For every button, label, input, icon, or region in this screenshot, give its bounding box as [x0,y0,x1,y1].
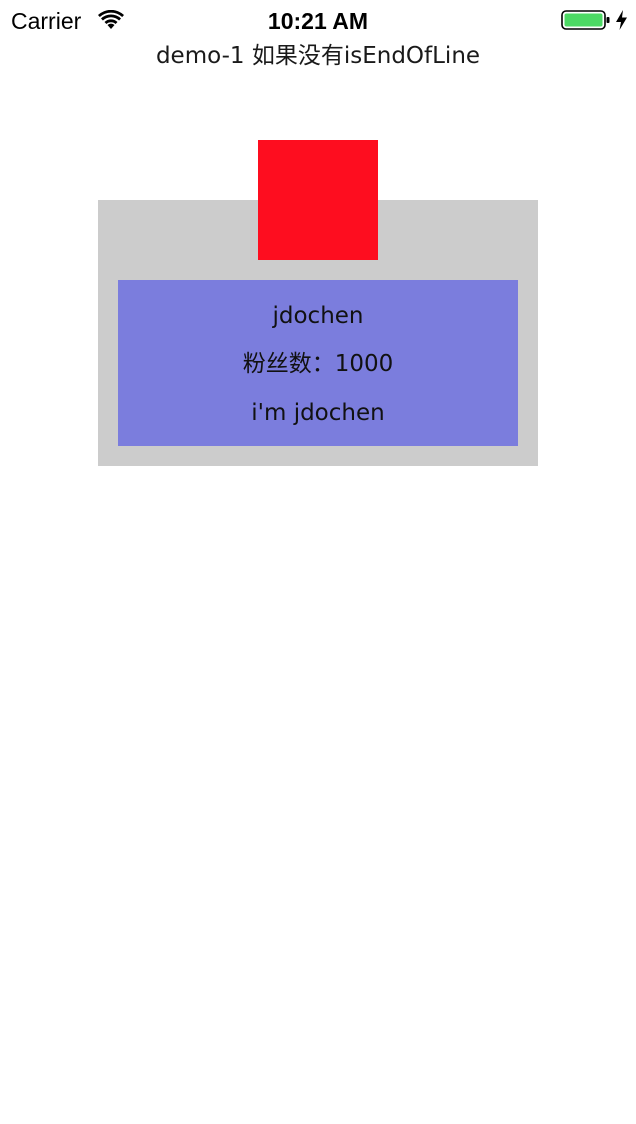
status-bar: Carrier 10:21 AM [0,0,636,40]
charging-icon [616,10,627,30]
followers-count: 粉丝数：1000 [242,351,394,377]
profile-bio: i'm jdochen [251,400,385,426]
battery-icon [561,10,610,30]
info-panel: jdochen 粉丝数：1000 i'm jdochen [118,280,518,446]
avatar [258,140,378,260]
page-title: demo-1 如果没有isEndOfLine [155,43,481,69]
profile-name: jdochen [272,303,364,329]
clock: 10:21 AM [267,8,369,34]
